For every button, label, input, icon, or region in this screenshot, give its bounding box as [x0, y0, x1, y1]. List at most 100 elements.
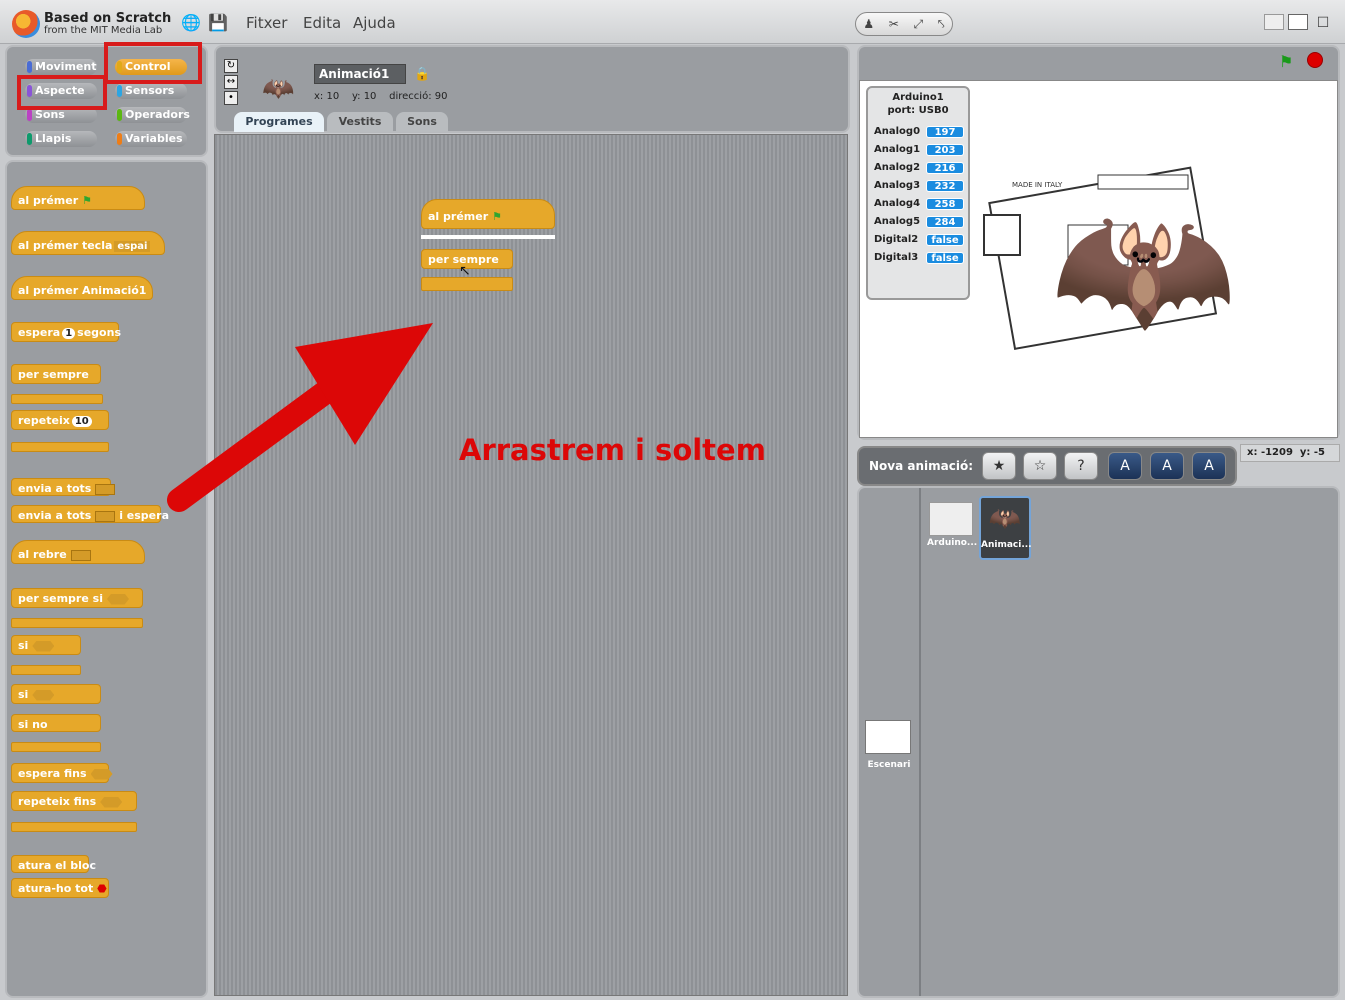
paint-sprite-icon[interactable]: ★ [982, 452, 1016, 480]
category-sensing[interactable]: Sensors [115, 83, 187, 99]
script-forever-end [421, 277, 513, 291]
highlight-looks [17, 75, 107, 110]
monitor-value: 197 [926, 126, 964, 138]
arduino-sprite-icon[interactable]: A [1108, 452, 1142, 480]
random-sprite-icon[interactable]: ? [1064, 452, 1098, 480]
block-repeat-until-end [11, 822, 137, 832]
sprite-item-bat[interactable]: 🦇 Animaci... [979, 496, 1032, 560]
presentation-mode-icon[interactable]: ☐ [1314, 14, 1332, 32]
script-when-flag[interactable]: al prémer ⚑ [421, 199, 555, 229]
block-if-else[interactable]: si [11, 684, 101, 704]
block-forever-end [11, 394, 103, 404]
sprite-thumbnail: 🦇 [262, 74, 295, 104]
category-operators[interactable]: Operadors [115, 107, 190, 123]
monitor-value: 258 [926, 198, 964, 210]
mouse-cursor-icon: ↖ [459, 263, 471, 279]
monitor-label: Digital2 [874, 234, 919, 245]
monitor-value: 203 [926, 144, 964, 156]
block-if-end [11, 665, 81, 675]
sprite-item-label: Animaci... [981, 540, 1032, 550]
block-repeat-end [11, 442, 109, 452]
sprite-list-divider [919, 488, 921, 996]
arduino-sensor-monitor[interactable]: Arduino1 port: USB0 Analog0 197 Analog1 … [866, 86, 970, 300]
block-forever-if-end [11, 618, 143, 628]
monitor-title: Arduino1 [892, 92, 944, 103]
stage-thumbnail-label: Escenari [867, 760, 911, 770]
menu-file[interactable]: Fitxer [246, 14, 287, 32]
monitor-value: false [926, 252, 964, 264]
duplicate-icon[interactable]: ♟ [863, 17, 874, 31]
no-rotate-icon[interactable]: • [224, 91, 238, 105]
block-repeat[interactable]: repeteix 10 [11, 410, 109, 430]
monitor-label: Analog2 [874, 162, 921, 173]
monitor-value: 232 [926, 180, 964, 192]
category-variables[interactable]: Variables [115, 131, 187, 147]
monitor-value: false [926, 234, 964, 246]
block-broadcast[interactable]: envia a tots [11, 478, 116, 496]
block-forever[interactable]: per sempre [11, 364, 101, 384]
tab-scripts[interactable]: Programes [234, 112, 324, 132]
category-motion[interactable]: Moviment [25, 59, 97, 75]
highlight-control [104, 42, 202, 84]
scripts-area[interactable]: al prémer ⚑ per sempre ↖ Arrastrem i sol… [167, 134, 848, 996]
bat-sprite[interactable]: 🦇 [1050, 189, 1237, 349]
monitor-label: Analog5 [874, 216, 921, 227]
block-if[interactable]: si [11, 635, 81, 655]
drag-arrow-icon [167, 323, 433, 512]
scratch-logo-icon [12, 10, 40, 38]
mouse-coords: x: -1209 y: -5 [1240, 444, 1340, 462]
block-wait-until[interactable]: espera fins [11, 763, 113, 783]
monitor-value: 216 [926, 162, 964, 174]
open-sprite-icon[interactable]: ☆ [1023, 452, 1057, 480]
sprite-coords: x: 10 y: 10 direcció: 90 [314, 91, 448, 102]
bat-thumbnail: 🦇 [988, 504, 1022, 534]
sprite-item-arduino[interactable]: Arduino... [927, 500, 978, 564]
block-when-receive[interactable]: al rebre [11, 540, 145, 564]
monitor-value: 284 [926, 216, 964, 228]
monitor-label: Analog0 [874, 126, 921, 137]
normal-stage-icon[interactable] [1288, 14, 1308, 30]
green-flag-icon[interactable]: ⚑ [1279, 52, 1293, 71]
monitor-label: Analog3 [874, 180, 921, 191]
arduino-board-icon[interactable]: A [1192, 452, 1226, 480]
sprite-item-label: Arduino... [927, 538, 978, 548]
block-palette: al prémer ⚑ al prémer tecla espai al prém… [5, 160, 208, 998]
sprite-name-field[interactable]: Animació1 [314, 64, 406, 84]
drop-indicator [421, 235, 555, 239]
block-else: si no [11, 714, 101, 732]
arduino-thumbnail [929, 502, 973, 536]
block-forever-if[interactable]: per sempre si [11, 588, 143, 608]
tab-costumes[interactable]: Vestits [327, 112, 393, 132]
stage-thumbnail[interactable] [865, 720, 911, 754]
block-stop-script[interactable]: atura el bloc [11, 855, 96, 873]
save-icon[interactable]: 💾 [208, 14, 228, 32]
delete-icon[interactable]: ✂ [889, 17, 899, 31]
app-title: Based on Scratch [44, 11, 172, 26]
monitor-label: Digital3 [874, 252, 919, 263]
block-when-key[interactable]: al prémer tecla espai [11, 231, 165, 255]
globe-icon[interactable]: 🌐 [181, 14, 201, 32]
shrink-icon[interactable]: ⤣ [938, 17, 945, 32]
menu-help[interactable]: Ajuda [353, 14, 396, 32]
tab-sounds[interactable]: Sons [396, 112, 448, 132]
block-when-sprite-clicked[interactable]: al prémer Animació1 [11, 276, 153, 300]
small-stage-icon[interactable] [1264, 14, 1284, 30]
menu-edit[interactable]: Edita [303, 14, 341, 32]
category-pen[interactable]: Llapis [25, 131, 97, 147]
block-when-flag[interactable]: al prémer ⚑ [11, 186, 145, 210]
arduino-sprite-edit-icon[interactable]: A [1150, 452, 1184, 480]
monitor-port: port: USB0 [887, 105, 949, 116]
stop-icon[interactable] [1307, 52, 1323, 68]
sprite-tools: ♟ ✂ ⤢ ⤣ [855, 12, 953, 36]
block-wait[interactable]: espera 1 segons [11, 322, 121, 342]
grow-icon[interactable]: ⤢ [914, 17, 924, 32]
app-subtitle: from the MIT Media Lab [44, 25, 163, 36]
rotate-style-icon[interactable]: ↻ [224, 59, 238, 73]
flip-style-icon[interactable]: ↔ [224, 75, 238, 89]
block-broadcast-wait[interactable]: envia a tots i espera [11, 505, 169, 523]
block-stop-all[interactable]: atura-ho tot ⬣ [11, 878, 109, 898]
lock-icon[interactable]: 🔒 [414, 67, 430, 82]
block-repeat-until[interactable]: repeteix fins [11, 791, 137, 811]
monitor-label: Analog1 [874, 144, 921, 155]
new-sprite-label: Nova animació: [869, 459, 974, 473]
